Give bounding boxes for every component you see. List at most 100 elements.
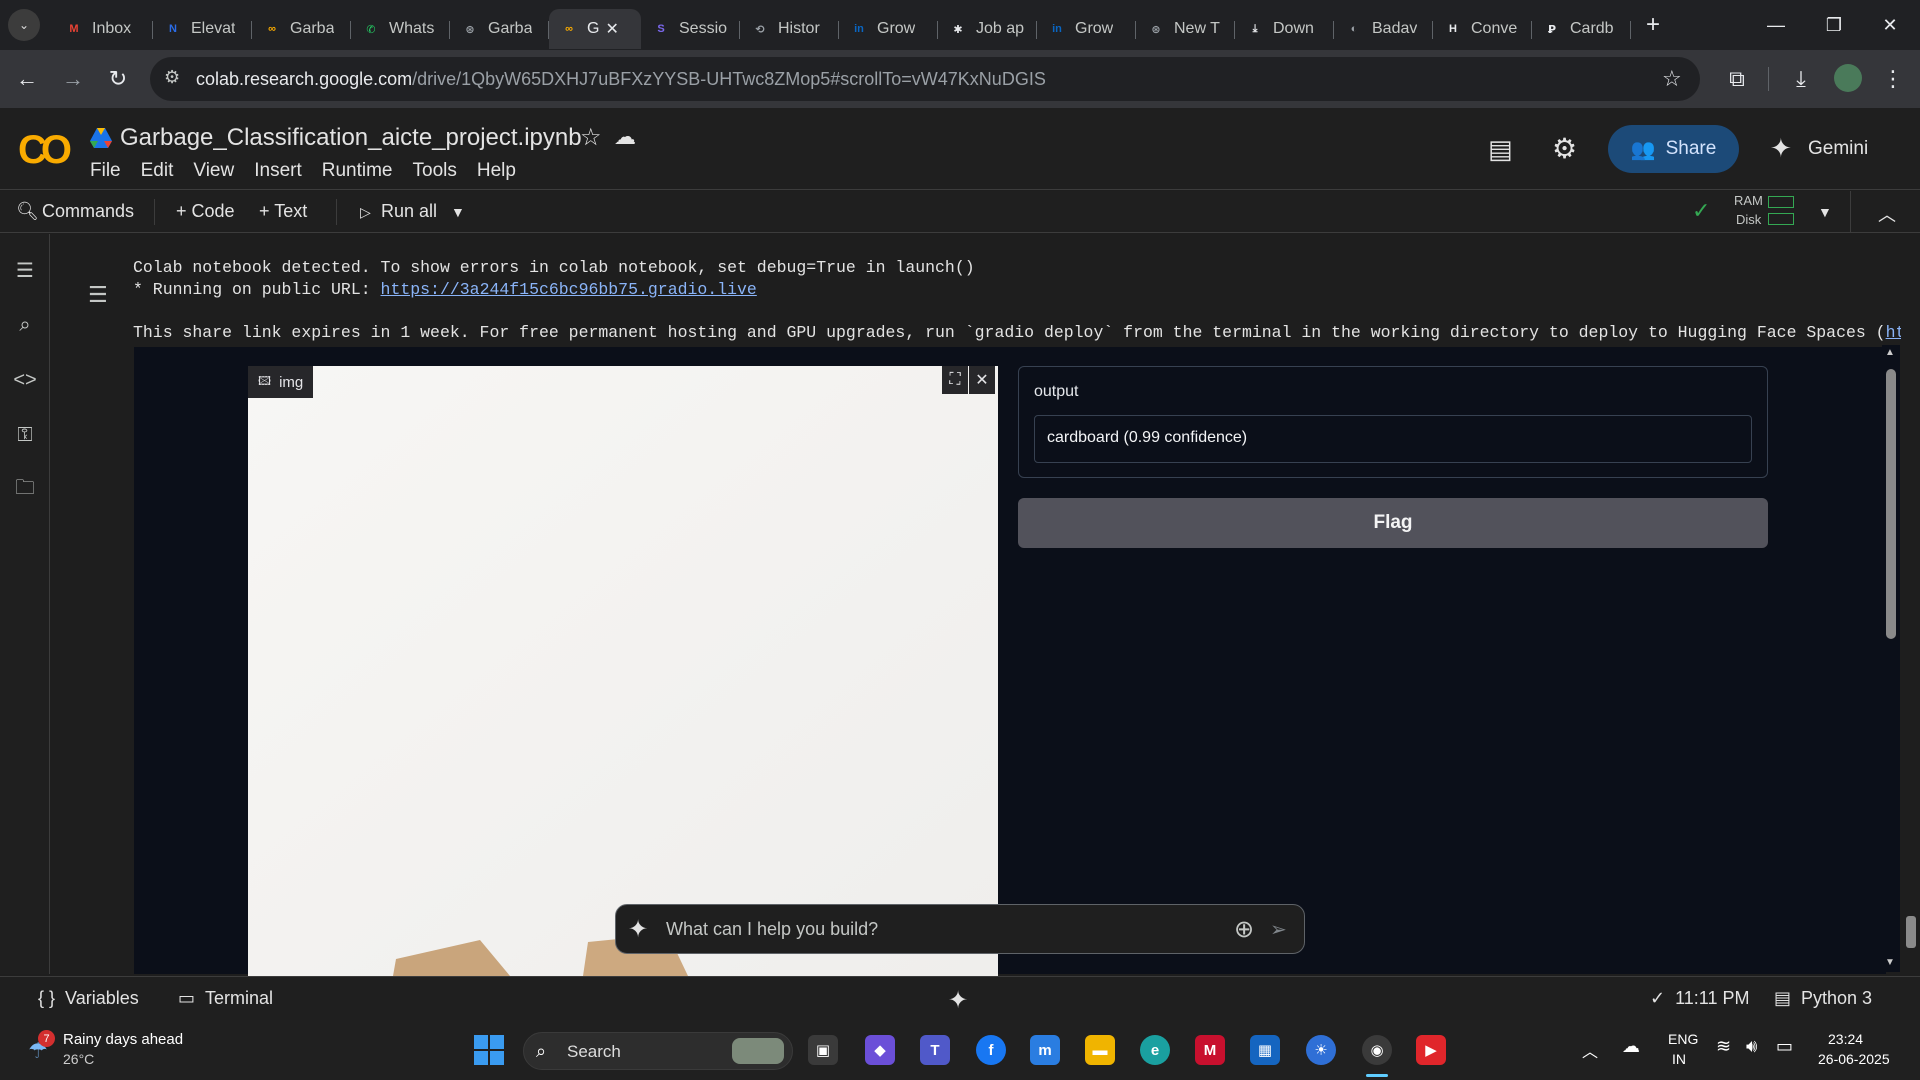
restore-button[interactable]: ❐ [1806, 0, 1862, 50]
task-view-icon[interactable]: ▣ [808, 1035, 838, 1065]
gemini-sparkle-icon[interactable]: ✦ [948, 986, 968, 1015]
show-hidden-icons[interactable]: ︿ [1582, 1038, 1598, 1062]
huggingface-link[interactable]: https:/ [1886, 323, 1901, 342]
gemini-button[interactable]: Gemini [1808, 138, 1868, 160]
browser-tab[interactable]: ⊛ New T [1136, 9, 1235, 49]
teams-icon[interactable]: T [920, 1035, 950, 1065]
scroll-down-icon[interactable]: ▼ [1885, 957, 1895, 968]
gemini-prompt-bar[interactable]: ✦ What can I help you build? ⊕ ➢ [615, 904, 1305, 954]
language-bottom[interactable]: IN [1672, 1051, 1686, 1067]
browser-tab[interactable]: N Elevat [153, 9, 252, 49]
minimize-button[interactable]: — [1748, 0, 1804, 50]
browser-tab[interactable]: ∞ G ✕ [549, 9, 641, 49]
browser-tab[interactable]: S Sessio [641, 9, 740, 49]
resources-dropdown-icon[interactable]: ▼ [1818, 204, 1832, 220]
file-explorer-icon[interactable]: ▬ [1085, 1035, 1115, 1065]
browser-tab[interactable]: in Grow [839, 9, 938, 49]
add-text-button[interactable]: + Text [259, 201, 307, 222]
onedrive-icon[interactable]: ☁ [1622, 1036, 1640, 1057]
forward-button[interactable]: → [58, 64, 88, 94]
browser-tab[interactable]: ⟲ Histor [740, 9, 839, 49]
scroll-up-icon[interactable]: ▲ [1885, 347, 1895, 358]
flag-button[interactable]: Flag [1018, 498, 1768, 548]
run-all-button[interactable]: Run all [381, 201, 437, 222]
table-of-contents-icon[interactable]: ☰ [12, 257, 38, 283]
browser-tab[interactable]: M Inbox [54, 9, 153, 49]
weather-app-icon[interactable]: ☀ [1306, 1035, 1336, 1065]
browser-tab[interactable]: ◐ Badav [1334, 9, 1433, 49]
run-all-dropdown-icon[interactable]: ▼ [451, 204, 465, 220]
share-button[interactable]: 👥 Share [1608, 125, 1739, 173]
output-scrollbar[interactable]: ▲ ▼ [1882, 345, 1900, 972]
downloads-icon[interactable]: ⤓ [1786, 64, 1816, 94]
fullscreen-icon[interactable]: ⛶ [942, 366, 968, 394]
tab-search-button[interactable]: ⌄ [8, 9, 40, 41]
secrets-key-icon[interactable]: ⚿ [12, 422, 38, 448]
browser-tab[interactable]: Ꝑ Cardb [1532, 9, 1631, 49]
page-scrollbar-thumb[interactable] [1906, 916, 1916, 948]
menu-insert[interactable]: Insert [254, 160, 302, 182]
code-snippets-icon[interactable]: <> [12, 367, 38, 393]
notebook-title[interactable]: Garbage_Classification_aicte_project.ipy… [120, 124, 582, 152]
star-icon[interactable]: ☆ [580, 123, 602, 152]
copilot-icon[interactable]: ◆ [865, 1035, 895, 1065]
site-info-icon[interactable]: ⚙ [164, 67, 180, 88]
browser-tab[interactable]: ✱ Job ap [938, 9, 1037, 49]
bookmark-star-icon[interactable]: ☆ [1662, 66, 1682, 92]
volume-icon[interactable]: 🔊︎ [1746, 1036, 1757, 1057]
menu-view[interactable]: View [193, 160, 234, 182]
menu-tools[interactable]: Tools [413, 160, 457, 182]
clear-image-icon[interactable]: ✕ [969, 366, 995, 394]
mylic-app-icon[interactable]: m [1030, 1035, 1060, 1065]
menu-edit[interactable]: Edit [141, 160, 174, 182]
terminal-button[interactable]: ▭ Terminal [178, 988, 273, 1009]
output-textbox[interactable]: cardboard (0.99 confidence) [1034, 415, 1752, 463]
windows-start-icon[interactable] [474, 1035, 504, 1065]
chrome-menu-icon[interactable]: ⋮ [1878, 64, 1908, 94]
back-button[interactable]: ← [12, 64, 42, 94]
wifi-icon[interactable]: ≋ [1716, 1036, 1731, 1057]
youtube-icon[interactable]: ▶ [1416, 1035, 1446, 1065]
scrollbar-thumb[interactable] [1886, 369, 1896, 639]
chrome-icon[interactable]: ◉ [1362, 1035, 1392, 1065]
disk-meter[interactable] [1768, 213, 1794, 225]
taskbar-search[interactable]: ⌕ Search [523, 1032, 793, 1070]
output-actions-icon[interactable]: ☰ [88, 282, 108, 308]
new-tab-button[interactable]: + [1637, 9, 1669, 41]
extensions-icon[interactable]: ⧉ [1722, 64, 1752, 94]
commands-button[interactable]: Commands [42, 201, 134, 222]
menu-help[interactable]: Help [477, 160, 516, 182]
battery-icon[interactable]: ▭ [1776, 1036, 1793, 1057]
profile-avatar[interactable] [1834, 64, 1862, 92]
collapse-header-icon[interactable]: ︿ [1878, 201, 1896, 227]
browser-tab[interactable]: in Grow [1037, 9, 1136, 49]
comments-icon[interactable]: ▤ [1488, 134, 1513, 165]
reload-button[interactable]: ↻ [103, 64, 133, 94]
ram-meter[interactable] [1768, 196, 1794, 208]
edge-icon[interactable]: e [1140, 1035, 1170, 1065]
menu-file[interactable]: File [90, 160, 121, 182]
weather-widget[interactable]: ☂ 7 [24, 1030, 64, 1070]
gradio-public-url-link[interactable]: https://3a244f15c6bc96bb75.gradio.live [381, 280, 757, 299]
facebook-icon[interactable]: f [976, 1035, 1006, 1065]
clock-time[interactable]: 23:24 [1828, 1031, 1863, 1047]
colab-logo[interactable]: CO [18, 128, 72, 173]
image-input-panel[interactable]: 🖾 img ⛶ ✕ [248, 366, 998, 976]
find-replace-icon[interactable]: ⌕ [12, 312, 38, 338]
settings-gear-icon[interactable]: ⚙ [1552, 132, 1577, 165]
browser-tab[interactable]: ✆ Whats [351, 9, 450, 49]
close-tab-icon[interactable]: ✕ [605, 19, 618, 39]
send-icon[interactable]: ➢ [1270, 917, 1287, 942]
close-window-button[interactable]: ✕ [1862, 0, 1918, 50]
add-code-button[interactable]: + Code [176, 201, 235, 222]
mcafee-icon[interactable]: M [1195, 1035, 1225, 1065]
address-bar[interactable]: ⚙ colab.research.google.com/drive/1QbyW6… [150, 57, 1700, 101]
variables-button[interactable]: { } Variables [38, 988, 139, 1009]
clock-date[interactable]: 26-06-2025 [1818, 1051, 1890, 1067]
gemini-prompt-input[interactable]: What can I help you build? [666, 919, 878, 940]
browser-tab[interactable]: ∞ Garba [252, 9, 351, 49]
files-folder-icon[interactable]: 🗀︎ [12, 477, 38, 503]
runtime-type[interactable]: ▤ Python 3 [1774, 988, 1872, 1009]
menu-runtime[interactable]: Runtime [322, 160, 393, 182]
browser-tab[interactable]: ⊛ Garba [450, 9, 549, 49]
